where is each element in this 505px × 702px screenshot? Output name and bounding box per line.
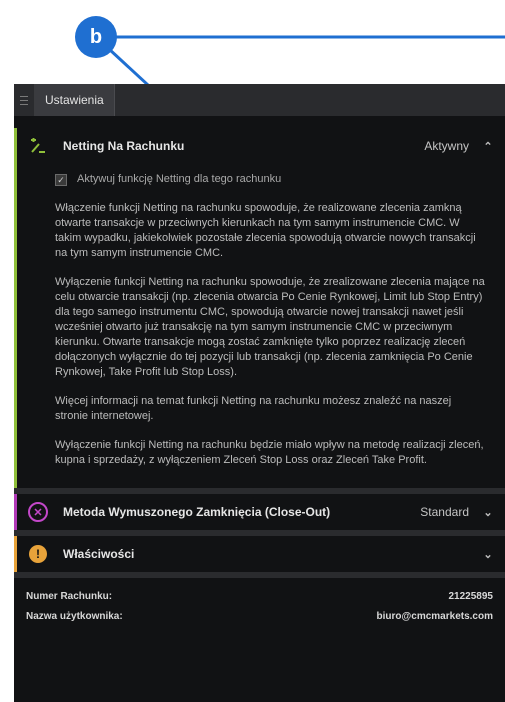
netting-section: Netting Na Rachunku Aktywny ⌃ ✓ Aktywuj … (14, 128, 505, 488)
annotation-badge: b (75, 16, 117, 58)
netting-paragraph-4: Wyłączenie funkcji Netting na rachunku b… (55, 439, 484, 466)
close-out-icon: ✕ (27, 501, 49, 523)
properties-section-header[interactable]: ! Właściwości ⌄ (17, 536, 505, 572)
netting-section-header[interactable]: Netting Na Rachunku Aktywny ⌃ (17, 128, 505, 164)
netting-status: Aktywny (424, 139, 469, 153)
username-label: Nazwa użytkownika: (26, 610, 123, 622)
netting-paragraph-3: Więcej informacji na temat funkcji Netti… (55, 395, 452, 422)
checkmark-icon: ✓ (57, 174, 65, 185)
menu-icon[interactable] (14, 84, 35, 116)
netting-checkbox-label: Aktywuj funkcję Netting dla tego rachunk… (77, 173, 282, 185)
netting-body: ✓ Aktywuj funkcję Netting dla tego rachu… (17, 164, 505, 488)
netting-checkbox-row[interactable]: ✓ Aktywuj funkcję Netting dla tego rachu… (55, 172, 487, 187)
settings-panel: Ustawienia Netting Na Rachunku Aktywny ⌃… (14, 84, 505, 702)
netting-icon (27, 135, 49, 157)
properties-section: ! Właściwości ⌄ (14, 536, 505, 572)
account-number-value: 21225895 (448, 590, 494, 602)
tab-bar: Ustawienia (14, 84, 505, 116)
closeout-section: ✕ Metoda Wymuszonego Zamknięcia (Close-O… (14, 494, 505, 530)
properties-title: Właściwości (63, 547, 135, 561)
chevron-up-icon[interactable]: ⌃ (483, 140, 493, 153)
closeout-status: Standard (420, 505, 469, 519)
closeout-section-header[interactable]: ✕ Metoda Wymuszonego Zamknięcia (Close-O… (17, 494, 505, 530)
netting-paragraph-2: Wyłączenie funkcji Netting na rachunku s… (55, 276, 485, 378)
netting-checkbox[interactable]: ✓ (55, 173, 67, 186)
closeout-title: Metoda Wymuszonego Zamknięcia (Close-Out… (63, 505, 331, 519)
tab-settings[interactable]: Ustawienia (35, 84, 115, 116)
netting-title: Netting Na Rachunku (63, 139, 185, 153)
chevron-down-icon[interactable]: ⌄ (483, 548, 493, 561)
chevron-down-icon[interactable]: ⌄ (483, 506, 493, 519)
netting-paragraph-1: Włączenie funkcji Netting na rachunku sp… (55, 202, 476, 259)
info-icon: ! (27, 543, 49, 565)
username-value: biuro@cmcmarkets.com (376, 610, 493, 622)
account-footer: Numer Rachunku: 21225895 Nazwa użytkowni… (14, 578, 505, 626)
account-number-label: Numer Rachunku: (26, 590, 113, 602)
